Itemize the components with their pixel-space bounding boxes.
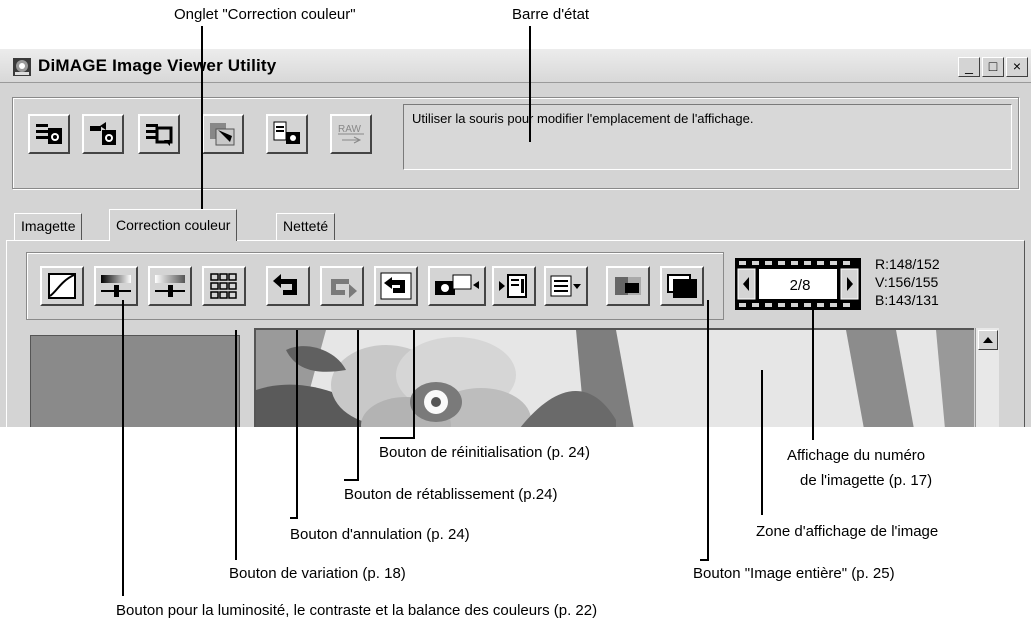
camera-saveas-icon [90,122,116,145]
raw-icon: RAW [338,124,364,144]
vertical-scrollbar[interactable] [975,328,999,427]
thumbnail-preview [30,335,240,427]
split-view-icon [615,277,641,295]
annotation-full-image-button: Bouton "Image entière" (p. 25) [693,565,895,582]
rgb-readout-blue: B:143/131 [875,292,939,308]
tab-imagette[interactable]: Imagette [14,213,83,240]
save-image-button[interactable] [28,114,70,154]
annotation-redo-button: Bouton de rétablissement (p.24) [344,486,558,503]
app-logo-icon [13,58,31,76]
undo-button[interactable] [266,266,310,306]
annotation-brightness-button: Bouton pour la luminosité, le contraste … [116,602,598,619]
annotation-frame-number-line1: Affichage du numéro [787,447,926,464]
annotation-frame-number-line2: de l'imagette (p. 17) [800,472,933,489]
tab-nettete[interactable]: Netteté [276,213,336,240]
frame-number: 2/8 [789,277,811,294]
camera-settings-button[interactable] [428,266,486,306]
annotation-undo-button: Bouton d'annulation (p. 24) [290,526,470,543]
export-button[interactable] [202,114,244,154]
display-options-dropdown[interactable] [544,266,588,306]
variation-grid-icon [210,273,237,299]
full-image-icon [667,274,697,298]
status-text: Utiliser la souris pour modifier l'empla… [412,111,754,126]
print-icon [273,121,300,144]
camera-settings-icon [435,274,479,295]
redo-arrow-icon [331,279,357,298]
close-button[interactable]: × [1006,57,1028,77]
annotation-status-bar: Barre d'état [512,6,590,23]
app-window: DiMAGE Image Viewer Utility _ □ × RAW Ut… [0,47,1031,427]
annotation-image-display-area: Zone d'affichage de l'image [756,523,939,540]
annotation-color-correction-tab: Onglet "Correction couleur" [174,6,356,23]
split-view-button[interactable] [606,266,650,306]
reset-icon [380,272,412,300]
image-display-area[interactable] [254,328,974,427]
reset-button[interactable] [374,266,418,306]
save-as-button[interactable] [82,114,124,154]
maximize-button[interactable]: □ [982,57,1004,77]
brightness-contrast-button[interactable] [94,266,138,306]
print-button[interactable] [266,114,308,154]
export-icon [210,123,235,146]
tone-curve-icon [48,273,76,299]
raw-label: RAW [338,124,362,135]
rgb-readout-red: R:148/152 [875,256,940,272]
rgb-readout-green: V:156/155 [875,274,939,290]
full-image-button[interactable] [660,266,704,306]
variation-button[interactable] [202,266,246,306]
title-bar[interactable]: DiMAGE Image Viewer Utility _ □ × [0,49,1031,83]
minimize-button[interactable]: _ [958,57,980,77]
status-bar: Utiliser la souris pour modifier l'empla… [403,104,1012,170]
batch-save-icon [146,124,173,146]
redo-button[interactable] [320,266,364,306]
annotation-reset-button: Bouton de réinitialisation (p. 24) [379,444,590,461]
saturation-button[interactable] [148,266,192,306]
tone-curve-button[interactable] [40,266,84,306]
undo-arrow-icon [273,274,297,295]
saturation-slider-icon [155,275,185,297]
window-title: DiMAGE Image Viewer Utility [38,56,277,75]
brightness-slider-icon [101,275,131,297]
list-dropdown-icon [550,275,581,297]
tab-color-correction[interactable]: Correction couleur [109,209,238,241]
apply-settings-button[interactable] [492,266,536,306]
raw-process-button[interactable]: RAW [330,114,372,154]
annotation-variation-button: Bouton de variation (p. 18) [229,565,406,582]
batch-save-button[interactable] [138,114,180,154]
apply-file-icon [499,274,527,298]
camera-save-icon [36,124,62,144]
flower-photo [256,330,974,427]
scroll-up-button[interactable] [978,330,998,350]
arrow-up-icon [983,337,993,343]
